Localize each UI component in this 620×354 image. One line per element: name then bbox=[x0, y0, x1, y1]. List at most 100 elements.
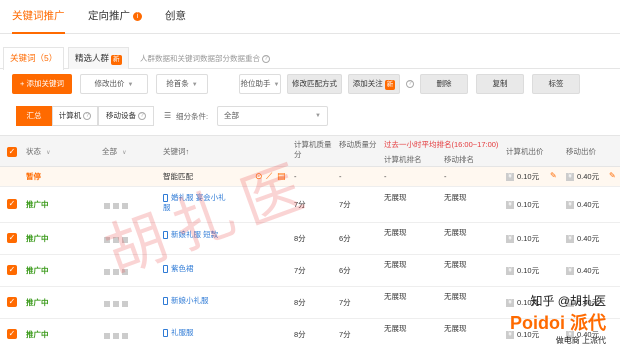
chevron-down-icon: ▼ bbox=[191, 82, 198, 88]
mobile-rank-column-header: 移动排名 bbox=[444, 155, 474, 164]
keyword-link[interactable]: 新娘小礼服 bbox=[171, 296, 209, 305]
keyword-cell[interactable]: 紫色裙 bbox=[163, 264, 194, 274]
edit-pencil-icon[interactable]: ✎ bbox=[550, 171, 557, 180]
pc-quality-value: 8分 bbox=[294, 330, 306, 339]
filter-bar: 汇总 计算机 ? 移动设备 ? ☰ 细分条件: 全部 ▼ bbox=[0, 106, 620, 128]
currency-icon: ¥ bbox=[566, 201, 574, 210]
keyword-link[interactable]: 礼服服 bbox=[171, 328, 194, 337]
keyword-link[interactable]: 婚礼服 宴会小礼服 bbox=[163, 193, 226, 212]
tab-selected-audience[interactable]: 精选人群新 bbox=[68, 47, 129, 69]
help-icon: ? bbox=[83, 112, 92, 121]
overlap-note-text: 人群数据和关键词数据部分数据重合 bbox=[140, 54, 260, 63]
mobile-quality-value: 7分 bbox=[339, 298, 351, 307]
segment-pc-label: 计算机 bbox=[58, 111, 82, 120]
row-checkbox[interactable]: ✓ bbox=[7, 265, 17, 275]
delete-button[interactable]: 删除 bbox=[420, 74, 468, 94]
keyword-cell[interactable]: 新娘礼服 短款 bbox=[163, 230, 218, 240]
tab-keywords[interactable]: 关键词（5） bbox=[3, 47, 65, 70]
tab-targeted-label: 定向推广 bbox=[88, 10, 130, 22]
mobile-icon bbox=[163, 297, 168, 306]
edit-pencil-icon[interactable]: ✎ bbox=[609, 171, 616, 180]
table-row: 暂停 智能匹配 ⊙ ⟋ ▤ - - - - ¥0.10元 ✎ ¥0.40元 ✎ bbox=[0, 167, 620, 187]
pc-rank-value: 无展现 bbox=[384, 193, 407, 202]
row-checkbox[interactable]: ✓ bbox=[7, 329, 17, 339]
pc-quality-value: 7分 bbox=[294, 200, 306, 209]
info-icon: i bbox=[133, 11, 142, 21]
add-follow-button[interactable]: 添加关注新 bbox=[348, 74, 400, 94]
pc-rank-value: 无展现 bbox=[384, 260, 407, 269]
table-header: ✓ 状态 ∨ 全部 ∨ 关键词↑ 计算机质量分 移动质量分 过去一小时平均排名(… bbox=[0, 135, 620, 167]
mobile-quality-column-header[interactable]: 移动质量分 bbox=[339, 140, 379, 150]
mobile-bid-value: ¥0.40元 bbox=[566, 172, 599, 182]
all-filter[interactable]: 全部 ∨ bbox=[102, 147, 127, 158]
modify-bid-label: 修改出价 bbox=[94, 79, 125, 88]
play-icon[interactable]: ⊙ bbox=[255, 171, 263, 182]
report-icon[interactable]: ▤ bbox=[277, 171, 286, 182]
rank-first-label: 抢首条 bbox=[166, 79, 189, 88]
status-text: 推广中 bbox=[26, 330, 49, 339]
pc-bid-value: ¥0.10元 bbox=[506, 172, 539, 182]
pc-bid-text: 0.10元 bbox=[517, 266, 540, 275]
new-badge: 新 bbox=[384, 80, 396, 90]
copy-button[interactable]: 复制 bbox=[476, 74, 524, 94]
rank-helper-dropdown[interactable]: 抢位助手 ▼ bbox=[239, 74, 281, 94]
mobile-bid-text: 0.40元 bbox=[577, 234, 600, 243]
mobile-quality-value: 7分 bbox=[339, 330, 351, 339]
keyword-link[interactable]: 新娘礼服 短款 bbox=[171, 230, 218, 239]
table-row: ✓ 推广中 紫色裙 7分 6分 无展现 无展现 ¥0.10元 ¥0.40元 bbox=[0, 255, 620, 287]
keyword-cell[interactable]: 礼服服 bbox=[163, 328, 194, 338]
keyword-column-header[interactable]: 关键词↑ bbox=[163, 147, 189, 157]
row-checkbox[interactable]: ✓ bbox=[7, 233, 17, 243]
mobile-bid-value: ¥0.40元 bbox=[566, 266, 599, 276]
currency-icon: ¥ bbox=[506, 267, 514, 276]
currency-icon: ¥ bbox=[506, 173, 514, 182]
segment-pc[interactable]: 计算机 ? bbox=[52, 106, 98, 126]
pc-rank-value: - bbox=[384, 172, 387, 181]
mobile-bid-value: ¥0.40元 bbox=[566, 200, 599, 210]
mobile-bid-value: ¥0.40元 bbox=[566, 234, 599, 244]
mobile-bid-column-header[interactable]: 移动出价 bbox=[566, 147, 596, 157]
brand-watermark: 知乎 @胡扎医 Poidoi 派代 做电商 上派代 bbox=[510, 292, 606, 346]
rank-first-dropdown[interactable]: 抢首条 ▼ bbox=[156, 74, 208, 94]
tab-keyword-promotion[interactable]: 关键词推广 bbox=[12, 0, 65, 34]
select-all-checkbox[interactable]: ✓ bbox=[7, 147, 17, 157]
mobile-icon bbox=[163, 231, 168, 240]
add-follow-label: 添加关注 bbox=[352, 79, 383, 88]
keyword-cell[interactable]: 新娘小礼服 bbox=[163, 296, 209, 306]
keyword-text: 智能匹配 bbox=[163, 172, 193, 181]
sub-tab-bar: 关键词（5） 精选人群新 人群数据和关键词数据部分数据重合 ? bbox=[0, 47, 620, 70]
pc-rank-column-header: 计算机排名 bbox=[384, 155, 422, 164]
mobile-bid-text: 0.40元 bbox=[577, 266, 600, 275]
rank-period-header: 过去一小时平均排名(16:00~17:00) bbox=[384, 140, 499, 149]
mobile-quality-value: 7分 bbox=[339, 200, 351, 209]
condition-select[interactable]: 全部 ▼ bbox=[217, 106, 328, 126]
segment-mobile[interactable]: 移动设备 ? bbox=[98, 106, 154, 126]
pc-bid-column-header[interactable]: 计算机出价 bbox=[506, 147, 544, 157]
chevron-down-icon: ▼ bbox=[127, 82, 134, 88]
chevron-down-icon: ▼ bbox=[315, 113, 321, 119]
modify-match-button[interactable]: 修改匹配方式 bbox=[287, 74, 342, 94]
keyword-cell[interactable]: 婚礼服 宴会小礼服 bbox=[163, 193, 233, 213]
keyword-link[interactable]: 紫色裙 bbox=[171, 264, 194, 273]
pc-bid-value: ¥0.10元 bbox=[506, 200, 539, 210]
pc-quality-value: 7分 bbox=[294, 266, 306, 275]
currency-icon: ¥ bbox=[506, 235, 514, 244]
pc-bid-text: 0.10元 bbox=[517, 234, 540, 243]
segment-summary[interactable]: 汇总 bbox=[16, 106, 52, 126]
row-checkbox[interactable]: ✓ bbox=[7, 199, 17, 209]
mobile-rank-value: 无展现 bbox=[444, 260, 467, 269]
tab-targeted-promotion[interactable]: 定向推广 i bbox=[88, 0, 142, 34]
trend-chart-icon[interactable]: ⟋ bbox=[266, 171, 272, 182]
add-keyword-button[interactable]: + 添加关键词 bbox=[12, 74, 72, 94]
mobile-bid-text: 0.40元 bbox=[577, 172, 600, 181]
mobile-rank-value: 无展现 bbox=[444, 228, 467, 237]
modify-bid-dropdown[interactable]: 修改出价 ▼ bbox=[80, 74, 148, 94]
tag-button[interactable]: 标签 bbox=[532, 74, 580, 94]
new-badge: 新 bbox=[111, 55, 122, 65]
row-checkbox[interactable]: ✓ bbox=[7, 297, 17, 307]
status-filter[interactable]: 状态 ∨ bbox=[26, 147, 51, 158]
pc-quality-column-header[interactable]: 计算机质量分 bbox=[294, 140, 334, 160]
pc-rank-value: 无展现 bbox=[384, 228, 407, 237]
tab-creative[interactable]: 创意 bbox=[165, 0, 186, 34]
pc-bid-text: 0.10元 bbox=[517, 172, 540, 181]
